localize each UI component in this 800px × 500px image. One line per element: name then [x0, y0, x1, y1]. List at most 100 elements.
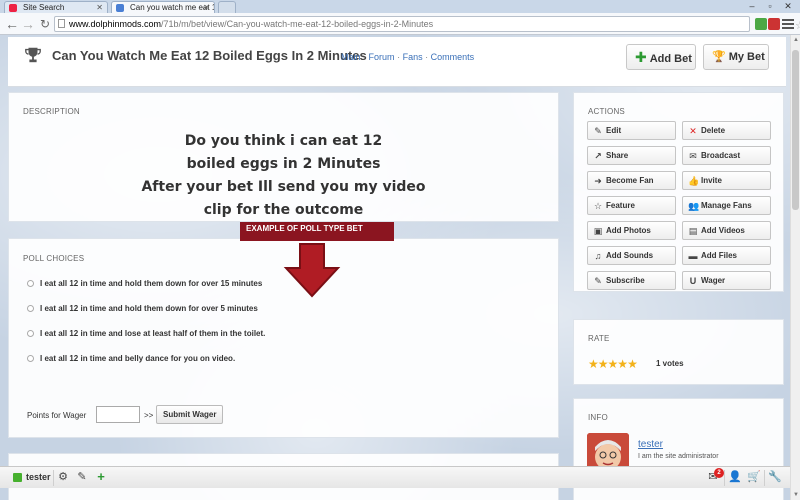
radio-button[interactable]: [27, 355, 34, 362]
poll-choice[interactable]: I eat all 12 in time and hold them down …: [27, 304, 258, 313]
poll-choice-label: I eat all 12 in time and belly dance for…: [40, 354, 236, 363]
poll-type-annotation: EXAMPLE OF POLL TYPE BET: [240, 222, 394, 241]
add-bet-button[interactable]: ✚ Add Bet: [626, 44, 696, 70]
star-icon[interactable]: ★: [627, 357, 638, 371]
feature-icon: ☆: [593, 201, 603, 211]
wager-icon: U: [689, 276, 697, 286]
action-label: Add Files: [701, 251, 738, 260]
action-label: Feature: [606, 201, 635, 210]
wager-points-label: Points for Wager: [27, 411, 87, 420]
edit-icon[interactable]: ✎: [75, 470, 89, 484]
videos-icon: ▤: [688, 226, 698, 236]
new-tab-button[interactable]: [218, 1, 236, 13]
scroll-thumb[interactable]: [792, 50, 799, 210]
become-fan-button[interactable]: ➜ Become Fan: [587, 171, 676, 190]
add-photos-button[interactable]: ▣ Add Photos: [587, 221, 676, 240]
site-favicon-icon: [116, 4, 124, 12]
close-tab-icon[interactable]: ✕: [96, 2, 103, 13]
broadcast-icon: ✉: [689, 151, 697, 161]
toolbar-user-name[interactable]: tester: [26, 472, 51, 482]
description-line: clip for the outcome: [203, 202, 364, 218]
radio-button[interactable]: [27, 280, 34, 287]
action-label: Delete: [701, 126, 726, 135]
nav-link-forum[interactable]: Forum: [369, 52, 395, 62]
cart-icon[interactable]: 🛒: [747, 470, 761, 484]
rate-panel: RATE ★★★★★ 1 votes: [573, 319, 784, 385]
close-window-icon[interactable]: ✕: [780, 0, 796, 12]
wrench-icon[interactable]: 🔧: [768, 470, 782, 484]
minimize-icon[interactable]: –: [744, 0, 760, 12]
bookmark-star-icon[interactable]: ☆: [795, 19, 800, 33]
add-sounds-button[interactable]: ♫ Add Sounds: [587, 246, 676, 265]
page-scrollbar[interactable]: ▲ ▼: [790, 35, 800, 500]
star-icon[interactable]: ★: [608, 357, 619, 371]
browser-menu-icon[interactable]: [782, 17, 794, 29]
star-icon[interactable]: ★: [588, 357, 599, 371]
share-button[interactable]: ↗ Share: [587, 146, 676, 165]
reload-icon[interactable]: ↻: [37, 16, 53, 32]
nav-link-main[interactable]: Main: [341, 52, 361, 62]
poll-choice[interactable]: I eat all 12 in time and lose at least h…: [27, 329, 265, 338]
browser-tab-site-search[interactable]: Site Search ✕: [4, 1, 108, 13]
wager-points-input[interactable]: [96, 406, 140, 423]
plus-icon: ✚: [635, 49, 647, 65]
user-icon[interactable]: 👤: [728, 470, 742, 484]
nav-link-comments[interactable]: Comments: [431, 52, 475, 62]
action-label: Invite: [701, 176, 722, 185]
add-bet-label: Add Bet: [649, 53, 692, 65]
radio-button[interactable]: [27, 305, 34, 312]
close-tab-icon[interactable]: ✕: [203, 2, 210, 13]
poll-choice-label: I eat all 12 in time and hold them down …: [40, 279, 263, 288]
add-icon[interactable]: +: [94, 470, 108, 484]
forward-icon[interactable]: →: [20, 16, 36, 32]
scroll-up-icon[interactable]: ▲: [791, 35, 800, 45]
action-label: Wager: [701, 276, 726, 285]
manage-fans-button[interactable]: 👥 Manage Fans: [682, 196, 771, 215]
star-icon[interactable]: ★: [617, 357, 628, 371]
extension-icon[interactable]: [755, 18, 767, 30]
bet-nav-links: Main · Forum · Fans · Comments: [341, 52, 474, 62]
votes-count: 1 votes: [656, 359, 684, 368]
user-name-link[interactable]: tester: [638, 439, 663, 450]
back-icon[interactable]: ←: [4, 16, 20, 32]
delete-button[interactable]: ✕ Delete: [682, 121, 771, 140]
maximize-icon[interactable]: ▫: [762, 0, 778, 12]
divider: [53, 470, 54, 486]
description-line: Do you think i can eat 12: [184, 133, 383, 149]
browser-tab-bar: Site Search ✕ Can you watch me eat 12 ✕ …: [0, 0, 800, 13]
bottom-toolbar: tester ⚙ ✎ + ✉ 2 👤 🛒 🔧: [0, 466, 790, 488]
action-label: Share: [606, 151, 629, 160]
star-icon[interactable]: ★: [598, 357, 609, 371]
photos-icon: ▣: [593, 226, 603, 236]
gear-icon[interactable]: ⚙: [56, 470, 70, 484]
tab-title: Can you watch me eat 12: [130, 3, 215, 12]
add-videos-button[interactable]: ▤ Add Videos: [682, 221, 771, 240]
feature-button[interactable]: ☆ Feature: [587, 196, 676, 215]
trophy-icon: [25, 47, 41, 63]
description-line: After your bet Ill send you my video: [141, 179, 426, 195]
my-bet-label: My Bet: [728, 51, 765, 63]
address-toolbar: ← → ↻ www.dolphinmods.com/71b/m/bet/view…: [0, 13, 800, 35]
action-label: Add Photos: [606, 226, 651, 235]
poll-choice[interactable]: I eat all 12 in time and hold them down …: [27, 279, 262, 288]
nav-link-fans[interactable]: Fans: [403, 52, 423, 62]
edit-button[interactable]: ✎ Edit: [587, 121, 676, 140]
extension-icon[interactable]: [768, 18, 780, 30]
address-bar-input[interactable]: www.dolphinmods.com/71b/m/bet/view/Can-y…: [54, 16, 800, 32]
broadcast-button[interactable]: ✉ Broadcast: [682, 146, 771, 165]
poll-choice[interactable]: I eat all 12 in time and belly dance for…: [27, 354, 235, 363]
browser-tab-current[interactable]: Can you watch me eat 12 ✕: [111, 1, 215, 13]
user-role: I am the site administrator: [638, 453, 719, 460]
submit-wager-button[interactable]: Submit Wager: [156, 405, 224, 424]
add-files-button[interactable]: ▬ Add Files: [682, 246, 771, 265]
invite-button[interactable]: 👍 Invite: [682, 171, 771, 190]
scroll-down-icon[interactable]: ▼: [791, 490, 800, 500]
my-bet-button[interactable]: 🏆 My Bet: [703, 44, 769, 70]
wager-button[interactable]: U Wager: [682, 271, 771, 290]
radio-button[interactable]: [27, 330, 34, 337]
files-icon: ▬: [688, 251, 698, 261]
action-label: Subscribe: [606, 276, 645, 285]
rating-stars[interactable]: ★★★★★: [588, 357, 638, 371]
manage-fans-icon: 👥: [688, 201, 700, 211]
subscribe-button[interactable]: ✎ Subscribe: [587, 271, 676, 290]
